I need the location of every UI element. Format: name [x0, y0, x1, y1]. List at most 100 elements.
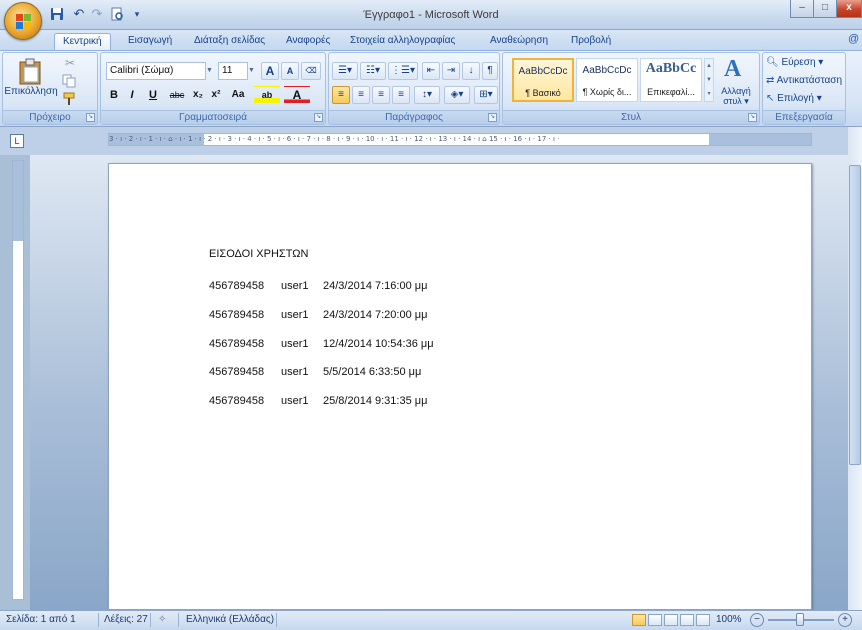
- tab-references[interactable]: Αναφορές: [278, 33, 338, 51]
- full-screen-view-icon[interactable]: [648, 614, 662, 626]
- customize-qat-icon[interactable]: ▾: [128, 5, 146, 23]
- align-left-button[interactable]: ≡: [332, 86, 350, 104]
- align-center-button[interactable]: ≡: [352, 86, 370, 104]
- strikethrough-button[interactable]: abc: [166, 86, 188, 104]
- zoom-in-button[interactable]: +: [838, 613, 852, 627]
- page-count[interactable]: Σελίδα: 1 από 1: [6, 613, 76, 627]
- entry-id: 456789458: [209, 338, 265, 350]
- zoom-slider-thumb[interactable]: [796, 613, 804, 626]
- style-normal-label: ¶ Βασικό: [525, 88, 561, 98]
- print-layout-view-icon[interactable]: [632, 614, 646, 626]
- minimize-button[interactable]: –: [790, 0, 814, 18]
- entry-user: user1: [281, 309, 309, 321]
- italic-button[interactable]: I: [124, 86, 140, 104]
- paste-label: Επικόλληση: [4, 86, 58, 97]
- outline-view-icon[interactable]: [680, 614, 694, 626]
- tab-insert[interactable]: Εισαγωγή: [120, 33, 180, 51]
- paragraph-launcher-icon[interactable]: ↘: [488, 113, 497, 122]
- format-painter-icon[interactable]: [62, 92, 78, 108]
- font-group-label: Γραμματοσειρά: [101, 110, 325, 124]
- entry-user: user1: [281, 366, 309, 378]
- bullets-button[interactable]: ☰▾: [332, 62, 358, 80]
- tab-view[interactable]: Προβολή: [563, 33, 619, 51]
- draft-view-icon[interactable]: [696, 614, 710, 626]
- paste-icon: [19, 58, 41, 85]
- language-status[interactable]: Ελληνικά (Ελλάδας): [186, 613, 274, 627]
- maximize-button[interactable]: □: [813, 0, 837, 18]
- find-button[interactable]: 🔍︎ Εύρεση ▾: [766, 55, 846, 71]
- find-icon: 🔍︎: [766, 57, 779, 68]
- subscript-button[interactable]: x₂: [190, 86, 206, 104]
- style-heading-1[interactable]: AaBbCc Επικεφαλί...: [640, 58, 702, 102]
- copy-icon[interactable]: [62, 74, 78, 90]
- tab-page-layout[interactable]: Διάταξη σελίδας: [186, 33, 273, 51]
- styles-scroll-icon[interactable]: ▲ ▼ ▾: [704, 58, 714, 102]
- redo-icon[interactable]: ↷: [88, 5, 106, 23]
- scrollbar-thumb[interactable]: [849, 165, 861, 465]
- highlight-button[interactable]: ab: [254, 86, 280, 104]
- office-button[interactable]: [4, 2, 42, 40]
- font-size-dropdown-icon[interactable]: ▼: [248, 62, 258, 80]
- document-page[interactable]: ΕΙΣΟΔΟΙ ΧΡΗΣΤΩΝ 456789458 user1 24/3/201…: [108, 163, 812, 610]
- shrink-font-button[interactable]: A: [281, 62, 299, 80]
- borders-button[interactable]: ⊞▾: [474, 86, 498, 104]
- replace-button[interactable]: ⇄ Αντικατάσταση: [766, 73, 846, 89]
- proofing-icon[interactable]: ✧: [158, 613, 166, 627]
- sort-button[interactable]: ↓: [462, 62, 480, 80]
- entry-user: user1: [281, 280, 309, 292]
- zoom-out-button[interactable]: −: [750, 613, 764, 627]
- style-no-spacing[interactable]: AaBbCcDc ¶ Χωρίς δι...: [576, 58, 638, 102]
- increase-indent-button[interactable]: ⇥: [442, 62, 460, 80]
- line-spacing-button[interactable]: ↕▾: [414, 86, 440, 104]
- cut-icon[interactable]: ✂: [62, 56, 78, 72]
- font-name-input[interactable]: Calibri (Σώμα): [106, 62, 206, 80]
- change-styles-button[interactable]: A Αλλαγή στυλ ▾: [716, 56, 756, 110]
- vertical-ruler[interactable]: [12, 160, 24, 600]
- entry-id: 456789458: [209, 395, 265, 407]
- style-normal[interactable]: AaBbCcDc ¶ Βασικό: [512, 58, 574, 102]
- numbering-button[interactable]: ☷▾: [360, 62, 386, 80]
- superscript-button[interactable]: x²: [208, 86, 224, 104]
- styles-group-label: Στυλ: [503, 110, 759, 124]
- entry-id: 456789458: [209, 366, 265, 378]
- font-color-button[interactable]: A: [284, 86, 310, 104]
- change-case-button[interactable]: Aa: [226, 86, 250, 104]
- font-name-dropdown-icon[interactable]: ▼: [206, 62, 216, 80]
- font-launcher-icon[interactable]: ↘: [314, 113, 323, 122]
- tab-review[interactable]: Αναθεώρηση: [482, 33, 556, 51]
- undo-icon[interactable]: ↶: [70, 5, 88, 23]
- close-button[interactable]: x: [836, 0, 862, 18]
- grow-font-button[interactable]: A: [261, 62, 279, 80]
- font-size-input[interactable]: 11: [218, 62, 248, 80]
- style-no-spacing-label: ¶ Χωρίς δι...: [582, 87, 632, 97]
- show-marks-button[interactable]: ¶: [482, 62, 498, 80]
- word-count[interactable]: Λέξεις: 27: [104, 613, 148, 627]
- shading-button[interactable]: ◈▾: [444, 86, 470, 104]
- entry-id: 456789458: [209, 280, 265, 292]
- underline-button[interactable]: U: [142, 86, 164, 104]
- style-heading-label: Επικεφαλί...: [647, 87, 695, 97]
- decrease-indent-button[interactable]: ⇤: [422, 62, 440, 80]
- select-button[interactable]: ↖ Επιλογή ▾: [766, 91, 846, 107]
- web-layout-view-icon[interactable]: [664, 614, 678, 626]
- clipboard-launcher-icon[interactable]: ↘: [86, 113, 95, 122]
- styles-launcher-icon[interactable]: ↘: [748, 113, 757, 122]
- tab-home[interactable]: Κεντρική: [54, 33, 111, 51]
- horizontal-ruler[interactable]: 3 · ı · 2 · ı · 1 · ı · ⌂ · ı · 1 · ı · …: [108, 133, 812, 146]
- paste-button[interactable]: Επικόλληση: [4, 56, 58, 108]
- vertical-scrollbar[interactable]: [848, 127, 862, 610]
- entry-user: user1: [281, 338, 309, 350]
- print-preview-icon[interactable]: [108, 5, 126, 23]
- multilevel-list-button[interactable]: ⋮☰▾: [388, 62, 418, 80]
- save-icon[interactable]: [48, 5, 66, 23]
- zoom-level[interactable]: 100%: [716, 613, 742, 627]
- clear-formatting-button[interactable]: ⌫: [301, 62, 321, 80]
- tab-mailings[interactable]: Στοιχεία αλληλογραφίας: [342, 33, 463, 51]
- office-logo-icon: [16, 14, 32, 30]
- clipboard-group-label: Πρόχειρο: [3, 110, 97, 124]
- align-right-button[interactable]: ≡: [372, 86, 390, 104]
- bold-button[interactable]: B: [106, 86, 122, 104]
- help-icon[interactable]: @: [848, 33, 859, 45]
- justify-button[interactable]: ≡: [392, 86, 410, 104]
- tab-selector-button[interactable]: L: [10, 134, 24, 148]
